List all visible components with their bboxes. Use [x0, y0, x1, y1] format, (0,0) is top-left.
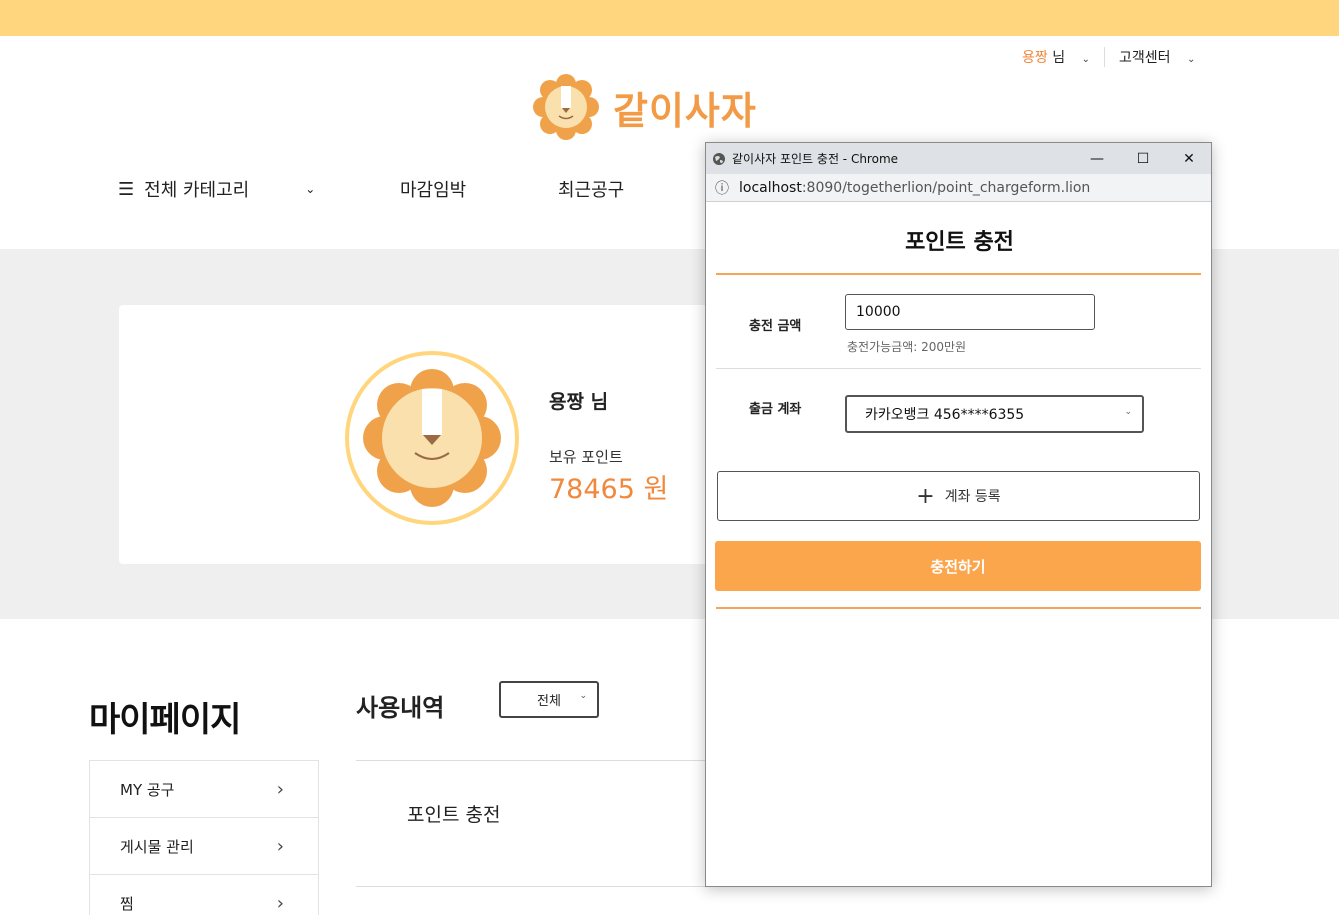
side-menu-label: 게시물 관리	[120, 837, 194, 856]
window-title-bar[interactable]: 같이사자 포인트 충전 - Chrome — ☐ ✕	[706, 143, 1211, 174]
divider	[356, 886, 716, 887]
url-host: localhost	[739, 179, 802, 196]
maximize-icon[interactable]: ☐	[1120, 143, 1166, 174]
chevron-down-icon: ⌄	[1186, 54, 1196, 65]
globe-icon	[713, 152, 725, 165]
window-title: 같이사자 포인트 충전 - Chrome	[732, 152, 899, 166]
user-name: 용짱	[1022, 50, 1048, 66]
side-menu-label: MY 공구	[120, 780, 175, 799]
account-label: 출금 계좌	[749, 402, 802, 417]
chevron-down-icon[interactable]: ⌄	[305, 182, 315, 196]
divider	[716, 607, 1201, 609]
points-label: 보유 포인트	[549, 448, 623, 466]
minimize-icon[interactable]: —	[1074, 143, 1120, 174]
user-menu-toggle[interactable]: 용짱 님 ⌄	[1022, 47, 1090, 67]
plus-icon: +	[916, 483, 935, 509]
account-selected-value: 카카오뱅크 456****6355	[865, 407, 1025, 423]
side-menu-item-wishlist[interactable]: 찜 ›	[90, 875, 318, 915]
all-categories-menu[interactable]: 전체 카테고리	[144, 176, 249, 202]
points-value: 78465 원	[549, 474, 669, 505]
amount-hint: 충전가능금액: 200만원	[847, 340, 967, 354]
history-title: 사용내역	[356, 694, 445, 722]
side-menu-item-post-management[interactable]: 게시물 관리 ›	[90, 818, 318, 875]
url-path: :8090/togetherlion/point_chargeform.lion	[801, 179, 1091, 196]
nav-item-recent[interactable]: 최근공구	[558, 176, 624, 202]
chevron-down-icon: ⌄	[1124, 407, 1132, 417]
profile-name: 용짱 님	[549, 391, 609, 413]
divider	[716, 368, 1201, 369]
history-list-item: 포인트 충전	[407, 804, 501, 826]
history-filter-select[interactable]: 전체 ⌄	[499, 681, 599, 718]
side-menu-item-my-group-buy[interactable]: MY 공구 ›	[90, 761, 318, 818]
filter-selected-value: 전체	[537, 694, 561, 709]
divider	[356, 760, 716, 761]
chevron-right-icon: ›	[276, 835, 284, 857]
charge-button-label: 충전하기	[930, 557, 986, 576]
user-menu: 용짱 님 ⌄ 고객센터 ⌄	[1022, 47, 1195, 67]
chevron-down-icon: ⌄	[579, 691, 587, 701]
amount-input[interactable]	[845, 294, 1095, 330]
point-charge-popup-window: 같이사자 포인트 충전 - Chrome — ☐ ✕ ⓘ localhost:8…	[705, 142, 1212, 887]
nav-item-closing-soon[interactable]: 마감임박	[400, 176, 466, 202]
top-banner-bar	[0, 0, 1339, 36]
lion-avatar-icon	[345, 351, 519, 525]
site-logo[interactable]: 같이사자	[533, 74, 757, 140]
customer-center-label: 고객센터	[1118, 50, 1171, 66]
info-icon[interactable]: ⓘ	[715, 178, 729, 198]
popup-title: 포인트 충전	[905, 230, 1014, 255]
main-navigation: ☰ 전체 카테고리 ⌄ 마감임박 최근공구	[118, 176, 624, 202]
lion-logo-icon	[533, 74, 599, 140]
divider	[716, 273, 1201, 275]
mypage-title: 마이페이지	[89, 700, 241, 740]
user-suffix: 님	[1047, 50, 1066, 66]
mypage-side-menu: MY 공구 › 게시물 관리 › 찜 ›	[89, 760, 319, 915]
side-menu-label: 찜	[120, 895, 134, 913]
register-account-button[interactable]: + 계좌 등록	[717, 471, 1200, 521]
charge-button[interactable]: 충전하기	[715, 541, 1201, 591]
chevron-right-icon: ›	[276, 893, 284, 914]
profile-card: 용짱 님 보유 포인트 78465 원	[119, 305, 719, 564]
chevron-right-icon: ›	[276, 778, 284, 800]
chevron-down-icon: ⌄	[1081, 54, 1090, 65]
account-select[interactable]: 카카오뱅크 456****6355 ⌄	[845, 395, 1144, 433]
customer-center-menu[interactable]: 고객센터 ⌄	[1119, 47, 1195, 67]
close-icon[interactable]: ✕	[1166, 143, 1212, 174]
address-bar[interactable]: ⓘ localhost:8090/togetherlion/point_char…	[706, 174, 1211, 202]
hamburger-menu-icon[interactable]: ☰	[118, 179, 134, 200]
menu-divider	[1103, 47, 1105, 67]
amount-label: 충전 금액	[749, 319, 802, 334]
logo-text: 같이사자	[613, 88, 757, 133]
register-account-label: 계좌 등록	[944, 489, 1001, 505]
